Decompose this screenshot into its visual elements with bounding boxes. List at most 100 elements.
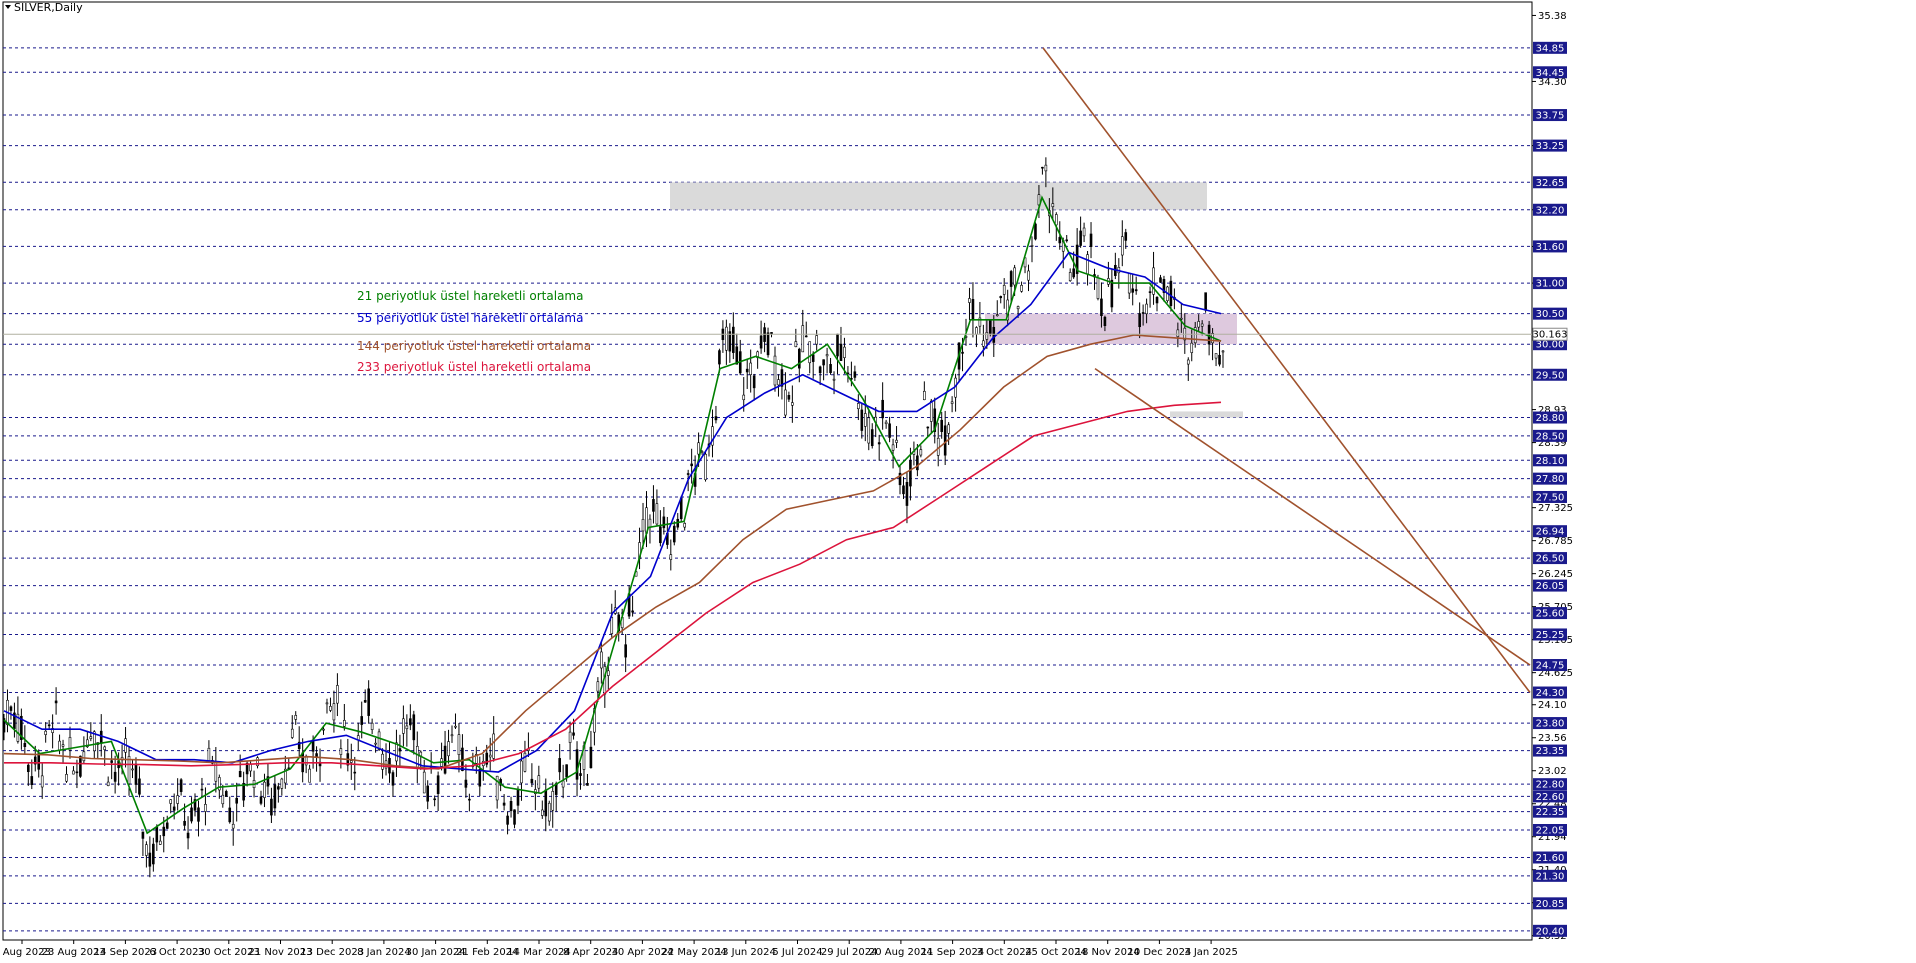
candle-body [1159,277,1162,283]
candle-body [863,413,867,427]
candle-body [1072,268,1075,278]
candle-body [106,781,110,786]
x-tick-label: 10 Dec 2024 [1127,947,1191,958]
candle-body [961,351,964,354]
candle-body [561,780,565,788]
candle-body [1110,279,1114,308]
candle-body [686,473,690,475]
candle-body [596,681,600,692]
x-tick-label: 3 Oct 2024 [977,947,1032,958]
candle-body [857,403,860,410]
candle-body [513,809,516,825]
chart-svg[interactable]: 21 periyotluk üstel hareketli ortalama 55… [0,0,1916,963]
candle-body [520,760,523,784]
candle-body [75,771,79,774]
candle-body [190,807,193,822]
candle-body [950,401,954,404]
candle-body [999,296,1003,299]
candle-body [798,348,801,369]
candle-body [27,764,30,773]
candle-body [1068,272,1072,281]
candle-body [478,769,482,787]
candle-body [443,745,447,774]
candle-body [162,826,166,837]
candle-body [280,778,284,789]
candle-body [801,325,805,353]
candle-body [290,728,294,738]
candle-body [1204,292,1207,311]
level-label: 28.10 [1536,456,1565,467]
candle-body [9,706,13,711]
candle-body [1197,321,1200,328]
level-label: 27.50 [1536,492,1565,503]
candle-body [923,391,926,401]
candle-body [829,364,832,373]
candle-body [353,771,357,774]
price-tick-label: 23.02 [1538,766,1567,777]
candle-body [968,298,971,303]
candle-body [1145,303,1148,315]
candle-body [363,700,367,703]
candle-body [784,389,787,416]
candle-body [200,788,204,791]
level-label: 20.40 [1536,926,1565,937]
candle-body [575,749,579,780]
candle-body [672,525,676,543]
candle-body [433,798,436,801]
candle-body [742,394,746,401]
candle-body [1169,280,1173,306]
candle-body [648,518,652,528]
candle-body [1065,239,1069,242]
series-label-0: 21 periyotluk üstel hareketli ortalama [357,289,583,303]
candle-body [332,703,336,721]
x-tick-label: 13 Jun 2024 [716,947,776,958]
candle-body [186,832,190,839]
candle-body [329,706,332,711]
candle-body [138,778,141,795]
candle-body [815,335,818,345]
candle-body [1079,230,1082,246]
candle-body [259,796,263,804]
candle-body [398,748,402,752]
candle-body [131,768,134,771]
candle-body [881,399,884,419]
candle-body [1134,289,1138,292]
level-label: 34.45 [1536,68,1565,79]
current-price-label: 30.163 [1533,330,1568,341]
level-label: 21.60 [1536,853,1565,864]
candle-body [853,371,857,378]
candle-body [1190,342,1194,353]
level-label: 27.80 [1536,474,1565,485]
x-tick-label: 8 Jan 2024 [357,947,411,958]
candle-body [176,795,179,804]
level-label: 23.80 [1536,719,1565,730]
series-label-3: 233 periyotluk üstel hareketli ortalama [357,360,591,374]
candle-body [1138,313,1141,328]
candle-body [1009,271,1013,287]
candle-body [1002,285,1006,295]
candle-body [836,333,839,357]
candle-body [1041,166,1044,169]
candle-body [1218,354,1221,365]
candle-body [235,797,238,804]
candle-body [1131,288,1135,293]
candle-body [47,724,51,727]
candle-body [1044,164,1048,172]
level-label: 33.25 [1536,141,1565,152]
level-label: 28.80 [1536,413,1565,424]
level-label: 25.60 [1536,609,1565,620]
candle-body [905,481,909,506]
candle-body [891,444,895,451]
candle-body [1016,306,1020,310]
x-tick-label: 8 Apr 2024 [563,947,618,958]
candle-body [1020,284,1023,292]
candle-body [558,758,561,773]
candle-body [773,355,777,386]
candle-body [832,378,836,381]
candle-body [183,820,186,826]
candle-body [940,419,943,432]
candle-body [99,730,103,744]
candle-body [589,746,593,769]
candle-body [224,791,228,797]
candle-body [79,755,82,777]
